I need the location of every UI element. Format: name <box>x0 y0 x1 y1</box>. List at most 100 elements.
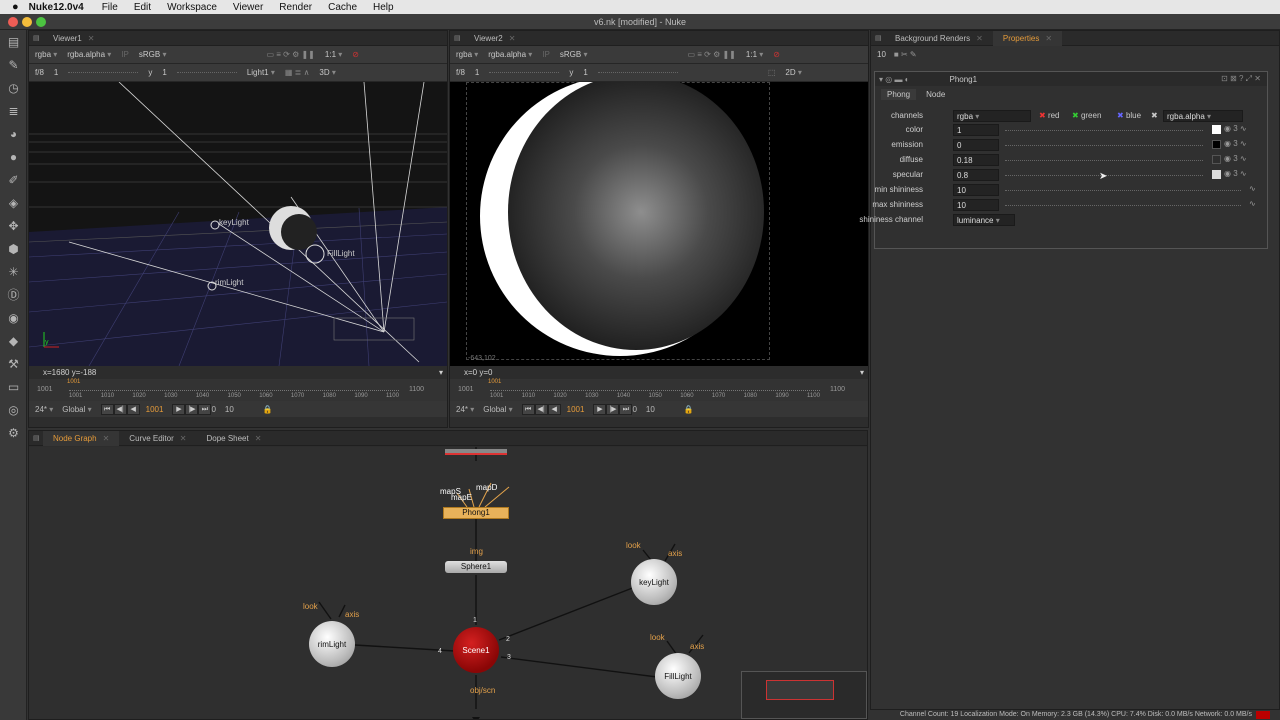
play-button[interactable]: ▶ <box>593 403 607 415</box>
channels-dropdown[interactable]: rgba <box>35 50 57 59</box>
scope-dropdown[interactable]: Global <box>483 405 512 414</box>
lock-icon[interactable]: 🔒 <box>684 405 694 414</box>
last-frame-button[interactable]: ⏭ <box>198 403 212 415</box>
close-tab-icon[interactable]: ✕ <box>103 434 110 443</box>
green-checkbox[interactable]: ✖ green <box>1072 111 1101 120</box>
settings-tool-icon[interactable]: ⚙ <box>0 421 27 444</box>
viewer-tools-icon[interactable]: ▭ ≡ ⟳ ⚙ ❚❚ <box>266 50 314 59</box>
view-mode-dropdown[interactable]: 3D <box>319 68 335 77</box>
color-picker-icon[interactable]: ◉ 3 ∿ <box>1224 124 1247 133</box>
increment-b[interactable]: 10 <box>225 405 234 414</box>
tab-node-graph[interactable]: Node Graph ✕ <box>43 430 120 446</box>
node-name-field[interactable]: Phong1 <box>950 75 978 84</box>
subtab-phong[interactable]: Phong <box>881 88 917 100</box>
max-shininess-curve-icon[interactable]: ∿ <box>1249 199 1256 208</box>
apple-menu-icon[interactable]: ● <box>12 1 19 13</box>
time-tool-icon[interactable]: ◷ <box>0 76 27 99</box>
current-frame-field[interactable]: 1001 <box>567 405 585 414</box>
increment-a[interactable]: 0 <box>632 405 636 414</box>
info-expand-icon[interactable]: ▾ <box>860 366 864 379</box>
close-tab-icon[interactable]: ✕ <box>976 34 983 43</box>
timeline-start[interactable]: 1001 <box>458 386 474 393</box>
close-tab-icon[interactable]: ✕ <box>180 434 187 443</box>
tab-dope-sheet[interactable]: Dope Sheet ✕ <box>196 431 271 446</box>
tab-viewer2[interactable]: Viewer2 ✕ <box>464 31 525 46</box>
timeline-end[interactable]: 1100 <box>409 386 424 393</box>
camera-dropdown[interactable]: Light1 <box>247 68 275 77</box>
exposure-slider[interactable] <box>489 72 560 73</box>
info-expand-icon[interactable]: ▾ <box>439 366 443 379</box>
close-tab-icon[interactable]: ✕ <box>1045 34 1052 43</box>
frame-field[interactable]: 1 <box>475 68 479 77</box>
subtab-node[interactable]: Node <box>920 89 951 100</box>
gamma-slider[interactable] <box>176 72 237 73</box>
tab-curve-editor[interactable]: Curve Editor ✕ <box>119 431 196 446</box>
particles-tool-icon[interactable]: ✳ <box>0 260 27 283</box>
increment-a[interactable]: 0 <box>211 405 215 414</box>
prev-key-button[interactable]: ◀| <box>113 403 127 415</box>
sphere1-node[interactable]: Sphere1 <box>445 561 507 573</box>
timeline-start[interactable]: 1001 <box>37 386 53 393</box>
properties-tools-icon[interactable]: ■ ✂ ✎ <box>894 50 917 59</box>
max-shininess-slider[interactable] <box>1005 205 1241 206</box>
alpha-dropdown[interactable]: rgba.alpha <box>488 50 532 59</box>
menu-viewer[interactable]: Viewer <box>233 2 263 13</box>
last-frame-button[interactable]: ⏭ <box>619 403 633 415</box>
image-tool-icon[interactable]: ▤ <box>0 30 27 53</box>
zoom-window-button[interactable] <box>36 17 46 27</box>
deep-tool-icon[interactable]: Ⓓ <box>0 283 27 306</box>
close-tab-icon[interactable]: ✕ <box>255 434 262 443</box>
first-frame-button[interactable]: ⏮ <box>521 403 535 415</box>
upstream-node[interactable] <box>445 449 507 455</box>
pane-menu-icon[interactable]: ▤ <box>29 434 43 442</box>
timeline-current-marker[interactable]: 1001 <box>67 379 80 385</box>
transform-tool-icon[interactable]: ✥ <box>0 214 27 237</box>
next-key-button[interactable]: |▶ <box>185 403 199 415</box>
channel-tool-icon[interactable]: ≣ <box>0 99 27 122</box>
lock-icon[interactable]: 🔒 <box>263 405 273 414</box>
min-shininess-field[interactable]: 10 <box>953 184 999 196</box>
emission-field[interactable]: 0 <box>953 139 999 151</box>
frame-field[interactable]: 1 <box>54 68 58 77</box>
prev-frame-button[interactable]: ◀ <box>126 403 140 415</box>
menu-cache[interactable]: Cache <box>328 2 357 13</box>
zoom-dropdown[interactable]: 1:1 <box>746 50 763 59</box>
min-shininess-curve-icon[interactable]: ∿ <box>1249 184 1256 193</box>
shininess-channel-dropdown[interactable]: luminance <box>953 214 1015 226</box>
min-shininess-slider[interactable] <box>1005 190 1241 191</box>
navigator-viewport-box[interactable] <box>766 680 834 700</box>
view-mode-dropdown[interactable]: 2D <box>785 68 801 77</box>
menu-help[interactable]: Help <box>373 2 394 13</box>
color-swatch[interactable] <box>1212 125 1221 134</box>
3d-tool-icon[interactable]: ⬢ <box>0 237 27 260</box>
scene1-node[interactable]: Scene1 <box>453 627 499 673</box>
tab-viewer1[interactable]: Viewer1 ✕ <box>43 31 104 46</box>
stop-icon[interactable]: ⊘ <box>773 50 780 59</box>
emission-slider[interactable] <box>1005 145 1203 146</box>
filter-tool-icon[interactable]: ● <box>0 145 27 168</box>
close-window-button[interactable] <box>8 17 18 27</box>
keylight-node[interactable]: keyLight <box>631 559 677 605</box>
timeline-ruler[interactable] <box>490 390 820 391</box>
prev-key-button[interactable]: ◀| <box>534 403 548 415</box>
exposure-slider[interactable] <box>68 72 139 73</box>
prev-frame-button[interactable]: ◀ <box>547 403 561 415</box>
gamma-field[interactable]: 1 <box>162 68 166 77</box>
color-slider[interactable] <box>1005 130 1203 131</box>
color-field[interactable]: 1 <box>953 124 999 136</box>
close-tab-icon[interactable]: ✕ <box>509 34 516 43</box>
next-key-button[interactable]: |▶ <box>606 403 620 415</box>
gamma-slider[interactable] <box>597 72 678 73</box>
max-panels-field[interactable]: 10 <box>877 50 886 59</box>
fps-dropdown[interactable]: 24* <box>456 405 474 414</box>
specular-swatch[interactable] <box>1212 170 1221 179</box>
fstop-value[interactable]: f/8 <box>35 68 44 77</box>
menu-file[interactable]: File <box>102 2 118 13</box>
specular-picker-icon[interactable]: ◉ 3 ∿ <box>1224 169 1247 178</box>
diffuse-slider[interactable] <box>1005 160 1203 161</box>
stop-icon[interactable]: ⊘ <box>352 50 359 59</box>
node-graph-canvas[interactable]: mapS mapE mapD Phong1 img Sphere1 Scene1… <box>29 447 867 719</box>
gamma-field[interactable]: 1 <box>583 68 587 77</box>
tab-properties[interactable]: Properties ✕ <box>992 30 1063 46</box>
max-shininess-field[interactable]: 10 <box>953 199 999 211</box>
